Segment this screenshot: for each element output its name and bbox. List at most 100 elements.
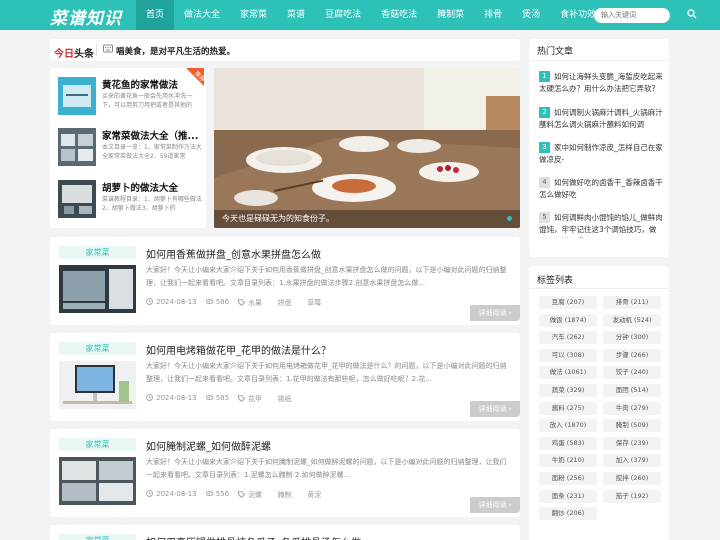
nav-item-home-dishes[interactable]: 家常菜 [230,0,277,30]
tag-chip[interactable]: 加入 (379) [603,454,661,468]
post-title[interactable]: 如何腌制泥螺_如何做醉泥螺 [146,438,271,453]
nav-item-tofu[interactable]: 豆腐吃法 [315,0,371,30]
tag-chip[interactable]: 豆腐 (207) [539,296,597,309]
search-input[interactable] [594,8,670,23]
post-title[interactable]: 如何用高压锅做排骨炖冬瓜子_冬瓜排骨汤怎么做 [146,534,361,540]
nav-item-recipes-all[interactable]: 做法大全 [174,0,230,30]
hot-article-title[interactable]: 家中如何制作凉皮_怎样自己在家做凉皮- [539,142,663,168]
divider [529,288,669,289]
featured-desc: 本文目录一览：1、家常菜制作方法大全家常菜做法大全2、59道家常 [102,144,202,160]
tag-chip[interactable]: 翻炒 (206) [539,507,597,521]
tag-chip[interactable]: 步骤 (266) [603,348,661,362]
tag-chip[interactable]: 茄子 (192) [603,489,661,503]
ticker-text[interactable]: 唱美食，是对平凡生活的热爱。 [116,45,235,57]
post-thumbnail[interactable] [59,265,136,313]
tag-chip[interactable]: 可以 (308) [539,348,597,362]
read-more-button[interactable]: 详细阅读 › [470,305,520,321]
hot-article-item[interactable]: 如何调制火锅麻汁调料_火锅麻汁蘸料怎么调火锅麻汁蘸料如何调 2 [539,106,663,136]
tag-chip[interactable]: 牛奶 (210) [539,454,597,468]
featured-thumbnail[interactable] [58,128,96,166]
post-tag[interactable]: 腌制 [278,490,292,500]
ticker-divider [96,44,97,56]
hero-banner[interactable]: 今天也是碌碌无为的知食份子。 [214,68,520,228]
post-title[interactable]: 如何用电烤箱做花甲_花甲的做法是什么？ [146,342,331,357]
post-title[interactable]: 如何用香蕉做拼盘_创意水果拼盘怎么做 [146,246,321,261]
featured-thumbnail[interactable] [58,77,96,115]
tag-chip[interactable]: 腌制 (509) [603,419,661,433]
ticker-logo: 今日头条 [54,49,94,60]
hot-article-item[interactable]: 如何做好吃的卤香干_香辣卤香干怎么做好吃 4 [539,176,663,206]
tag-chip[interactable]: 面团 (514) [603,384,661,397]
post-card: 家常菜 如何腌制泥螺_如何做醉泥螺 大家好！今天让小编来大家介绍下关于如何腌制泥… [50,429,520,517]
site-logo[interactable]: 菜谱知识 [50,4,122,29]
nav-item-pickled[interactable]: 腌制菜 [427,0,474,30]
keyboard-icon [103,44,113,56]
featured-item[interactable]: 家常菜做法大全（推... 本文目录一览：1、家常菜制作方法大全家常菜做法大全2、… [58,128,204,174]
post-tag[interactable]: 草莓 [307,298,321,308]
carousel-dot[interactable] [507,216,512,221]
hot-article-item[interactable]: 家中如何制作凉皮_怎样自己在家做凉皮- 3 [539,141,663,171]
eye-icon [205,395,213,400]
post-meta: 2024-08-13 585 花甲 锡纸 [146,394,292,404]
post-views: 586 [205,298,229,308]
post-category[interactable]: 家常菜 [59,246,136,259]
featured-item[interactable]: 黄花鱼的家常做法 买来的黄花鱼一般会先用水冲洗一下，可以用剪刀用把或者是其他的 [58,77,204,123]
hot-article-item[interactable]: 如何调鲜肉小馄饨的馅儿_做鲜肉馄饨，牢牢记住这3个调馅技巧，做出来又嫩又香，不用… [539,211,663,241]
tag-chip[interactable]: 蔬菜 (329) [539,384,597,397]
post-category[interactable]: 家常菜 [59,438,136,451]
hot-article-title[interactable]: 如何让海鲜头变脆_海蜇皮吃起来太硬怎么办？用什么办法把它弄软? [539,71,663,97]
featured-title[interactable]: 黄花鱼的家常做法 [102,77,204,91]
nav-item-mushroom[interactable]: 香菇吃法 [371,0,427,30]
post-tag[interactable]: 锡纸 [278,394,292,404]
hero-image [214,68,520,228]
nav-item-recipes[interactable]: 菜谱 [277,0,315,30]
hot-article-item[interactable]: 如何让海鲜头变脆_海蜇皮吃起来太硬怎么办？用什么办法把它弄软? 1 [539,70,663,100]
post-tag[interactable]: 水果 [248,298,262,308]
featured-item[interactable]: 胡萝卜的做法大全 菜谱教程目录：1、胡萝卜有哪些做法 2、胡萝卜做法3、胡萝卜的 [58,180,204,226]
search-icon[interactable] [684,7,699,22]
tag-chip[interactable]: 面条 (231) [539,489,597,503]
tag-chip[interactable]: 分钟 (300) [603,331,661,345]
post-category[interactable]: 家常菜 [59,342,136,355]
tag-chip[interactable]: 汽车 (262) [539,331,597,345]
post-tag[interactable]: 拼盘 [278,298,292,308]
rank-number: 2 [539,107,550,118]
nav-item-home[interactable]: 首页 [136,0,175,30]
post-views: 556 [205,490,229,500]
tag-chip[interactable]: 面粉 (256) [539,472,597,485]
featured-title[interactable]: 胡萝卜的做法大全 [102,180,204,194]
hot-article-title[interactable]: 如何调鲜肉小馄饨的馅儿_做鲜肉馄饨，牢牢记住这3个调馅技巧，做出来又嫩又香，不用… [539,212,663,238]
featured-thumbnail[interactable] [58,180,96,218]
hot-article-title[interactable]: 如何调制火锅麻汁调料_火锅麻汁蘸料怎么调火锅麻汁蘸料如何调 [539,107,663,133]
read-more-button[interactable]: 详细阅读 › [470,497,520,513]
tag-chip[interactable]: 牛肉 (279) [603,401,661,415]
tag-chip[interactable]: 饺子 (240) [603,366,661,380]
tag-chip[interactable]: 做饭 (1874) [539,313,597,327]
nav-item-ribs[interactable]: 排骨 [474,0,512,30]
post-tag[interactable]: 泥螺 [248,490,262,500]
post-thumbnail[interactable] [59,457,136,505]
tag-chip[interactable]: 酱料 (275) [539,401,597,415]
featured-title[interactable]: 家常菜做法大全（推... [102,128,204,142]
tag-chip[interactable]: 搅拌 (260) [603,472,661,485]
post-excerpt: 大家好！今天让小编来大家介绍下关于如何用香蕉做拼盘_创意水果拼盘怎么做的问题，以… [146,266,507,287]
post-tags: 泥螺 腌制 黄泥 [238,490,321,500]
tag-chip[interactable]: 保存 (239) [603,436,661,450]
hot-article-title[interactable]: 如何做好吃的卤香干_香辣卤香干怎么做好吃 [539,177,663,203]
eye-icon [205,299,213,304]
nav-item-soup[interactable]: 煲汤 [512,0,550,30]
post-date: 2024-08-13 [146,298,197,308]
tag-chip[interactable]: 做法 (1061) [539,366,597,380]
post-tag[interactable]: 花甲 [248,394,262,404]
rank-number: 3 [539,142,550,153]
post-card: 家常菜 如何用高压锅做排骨炖冬瓜子_冬瓜排骨汤怎么做 [50,525,520,540]
tag-chip[interactable]: 排骨 (211) [603,296,661,309]
post-thumbnail[interactable] [59,361,136,409]
post-category[interactable]: 家常菜 [59,534,136,540]
tag-chip[interactable]: 鸡蛋 (583) [539,436,597,450]
tag-chip[interactable]: 发动机 (524) [603,313,661,327]
read-more-button[interactable]: 详细阅读 › [470,401,520,417]
rank-number: 4 [539,177,550,188]
tag-chip[interactable]: 放入 (1870) [539,419,597,433]
post-tag[interactable]: 黄泥 [307,490,321,500]
